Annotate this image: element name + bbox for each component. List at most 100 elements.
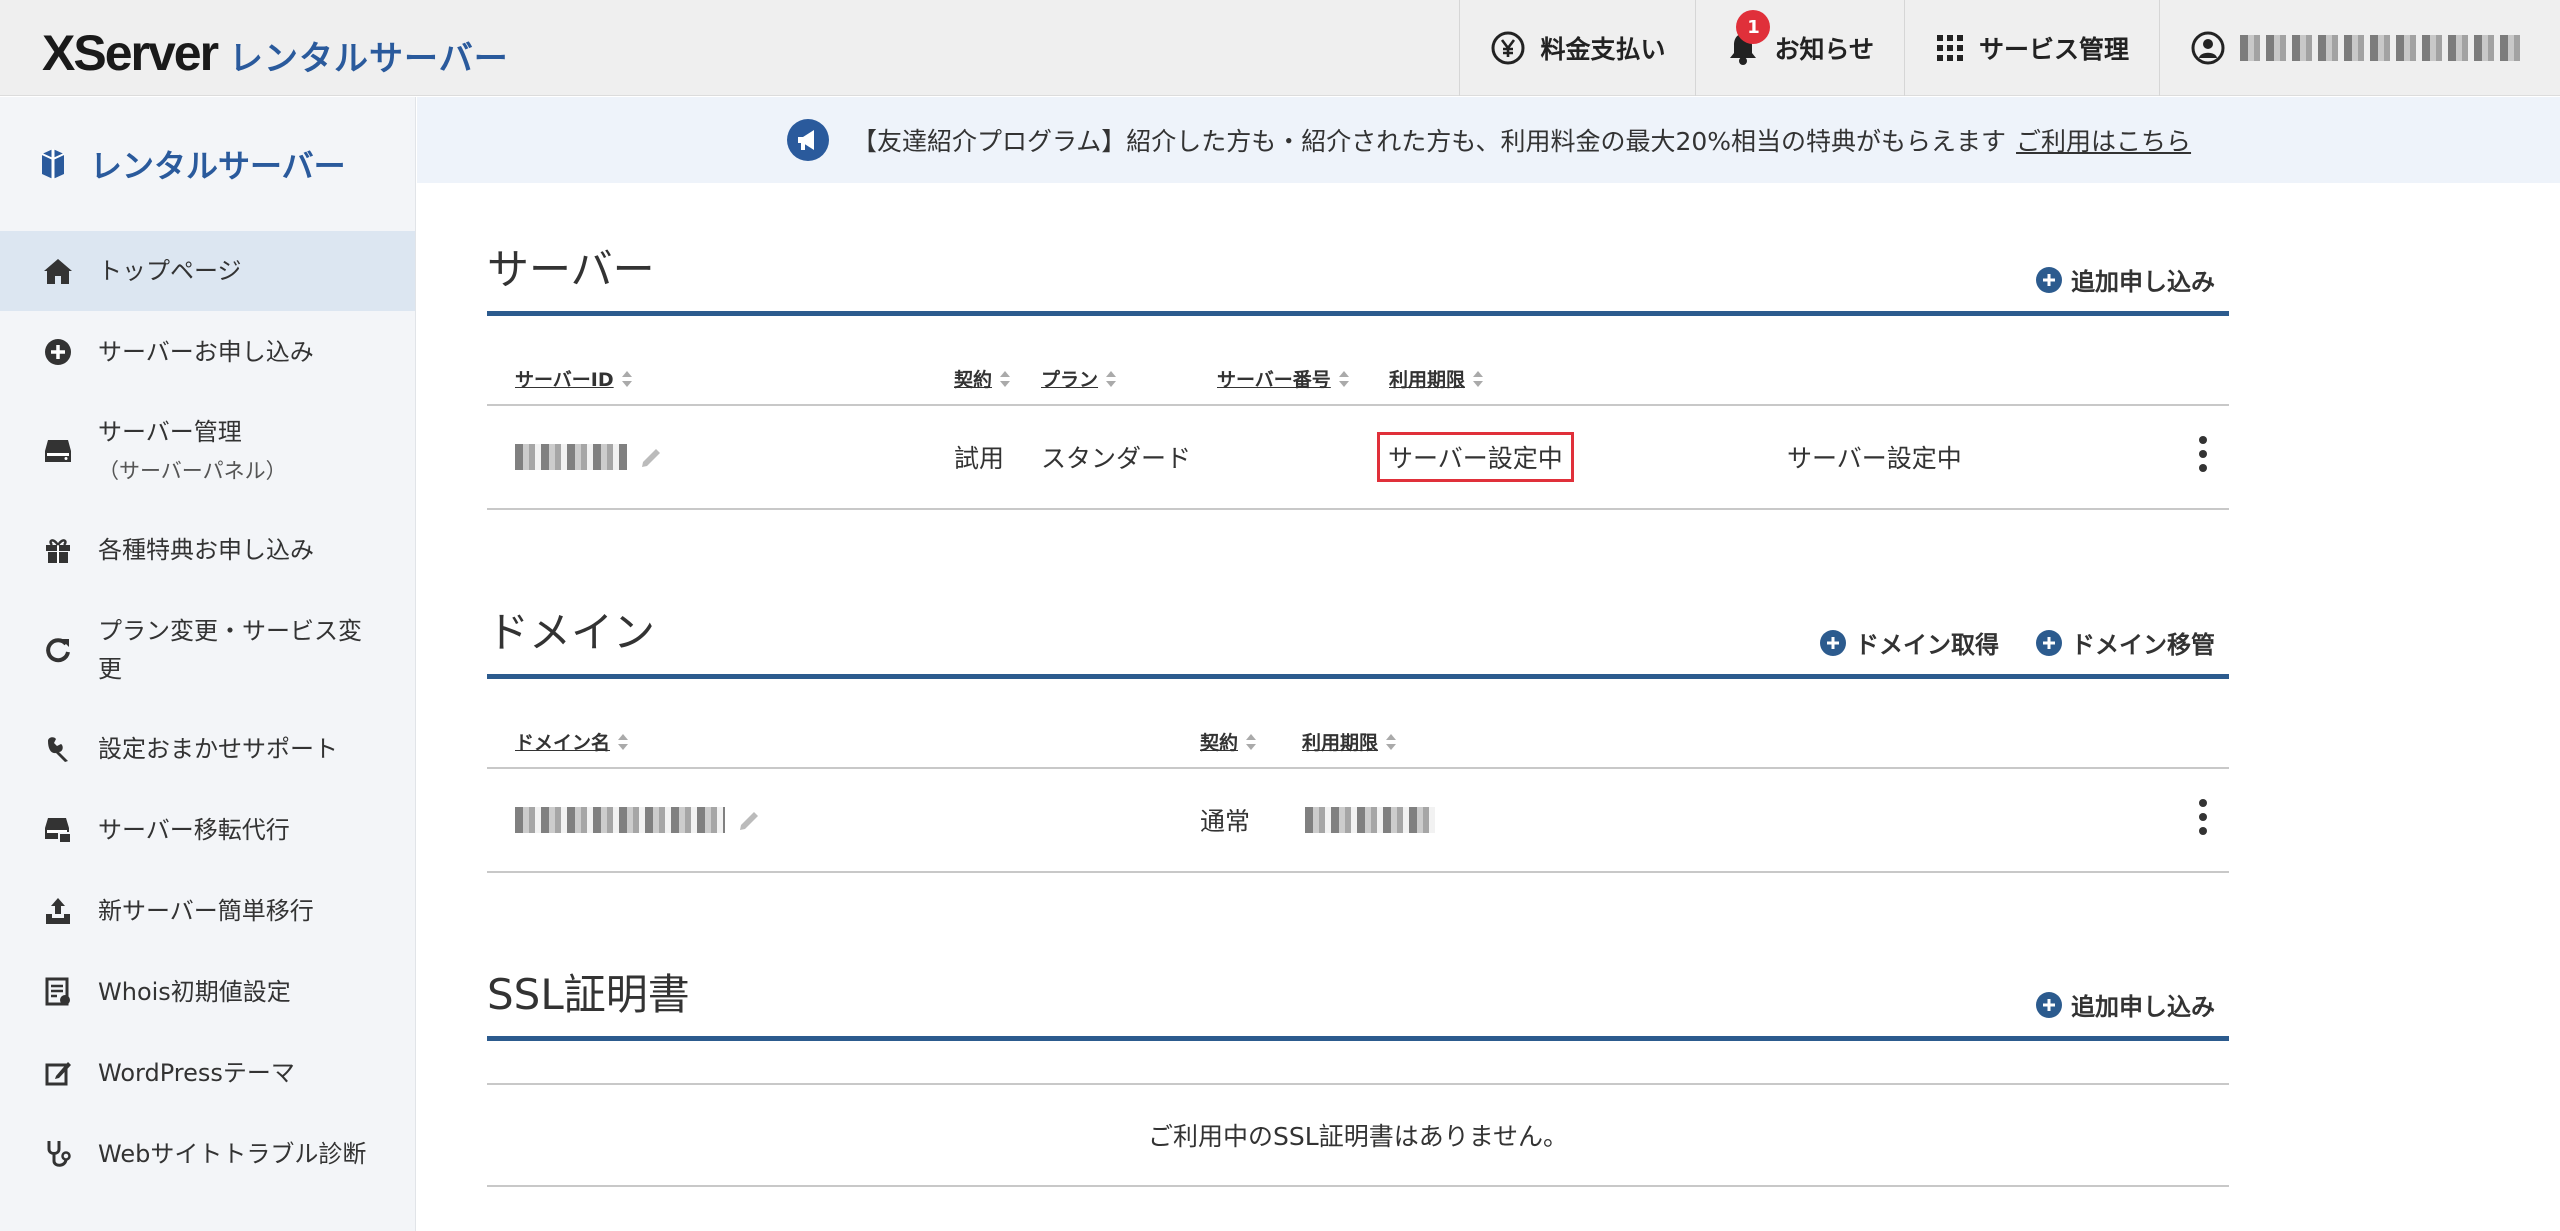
server-table-header: サーバーID 契約 プラン サーバー番号 利用期限 [487,316,2229,406]
sidebar-item-setup-support[interactable]: 設定おまかせサポート [0,709,415,789]
table-row: 通常 [487,769,2229,873]
domain-transfer-label: ドメイン移管 [2071,631,2215,659]
nav-notifications-label: お知らせ [1774,35,1874,64]
banner-link[interactable]: ご利用はこちら [2016,122,2191,158]
domain-section-header: ドメイン ドメイン取得 ドメイン移管 [487,593,2229,679]
domain-acquire-button[interactable]: ドメイン取得 [1819,625,1999,660]
sidebar-item-label: 設定おまかせサポート [98,735,338,763]
yen-icon [1491,31,1525,65]
ssl-add-button[interactable]: 追加申し込み [2035,987,2215,1022]
banner-text: 【友達紹介プログラム】紹介した方も・紹介された方も、利用料金の最大20%相当の特… [851,127,2007,156]
nav-service-management[interactable]: サービス管理 [1903,0,2159,96]
edit-icon [40,1059,76,1087]
sidebar-item-wordpress-theme[interactable]: WordPressテーマ [0,1033,415,1113]
col-contract[interactable]: 契約 [954,365,1011,392]
col-plan[interactable]: プラン [1041,365,1117,392]
col-expiry[interactable]: 利用期限 [1389,365,1484,392]
sort-icon [1386,733,1397,750]
domain-transfer-button[interactable]: ドメイン移管 [2035,625,2215,660]
sort-icon [1106,370,1117,387]
document-icon [40,977,76,1007]
sidebar-item-server-migration[interactable]: サーバー移転代行 [0,789,415,871]
logo-sub: レンタルサーバー [229,39,509,79]
plus-circle-icon [2036,629,2062,656]
server-add-button[interactable]: 追加申し込み [2035,262,2215,297]
plus-circle-icon [2036,991,2062,1018]
nav-account[interactable] [2159,0,2560,96]
sidebar-item-label: WordPressテーマ [98,1059,295,1087]
stethoscope-icon [40,1139,76,1169]
sort-icon [1246,733,1257,750]
expiry-status: サーバー設定中 [1377,432,1574,482]
server-id-redacted [515,444,627,470]
refresh-icon [40,636,76,664]
wrench-icon [40,735,76,763]
sidebar-item-label: プラン変更・サービス変更 [98,617,362,683]
server-icon [40,437,76,465]
sidebar-item-benefits[interactable]: 各種特典お申し込み [0,509,415,591]
sidebar: レンタルサーバー トップページ サーバーお申し込み サーバー管理 （サーバーパネル… [0,97,416,1231]
upload-icon [40,896,76,926]
sidebar-item-plan-change[interactable]: プラン変更・サービス変更 [0,591,415,709]
sidebar-item-top-page[interactable]: トップページ [0,231,415,311]
plus-circle-icon [40,337,76,367]
server-move-icon [40,815,76,845]
nav-notifications[interactable]: 1 お知らせ [1695,0,1904,96]
megaphone-icon [786,119,829,161]
domain-section: ドメイン ドメイン取得 ドメイン移管 ドメイン名 契約 利用期限 通常 [487,593,2229,873]
sidebar-item-label: サーバーお申し込み [98,338,314,366]
gift-icon [40,535,76,565]
server-section-header: サーバー 追加申し込み [487,230,2229,316]
user-icon [2191,31,2225,65]
ssl-section: SSL証明書 追加申し込み ご利用中のSSL証明書はありません。 [487,955,2229,1187]
col-domain-contract[interactable]: 契約 [1200,728,1257,755]
col-domain-name[interactable]: ドメイン名 [515,728,629,755]
sidebar-title[interactable]: レンタルサーバー [0,97,415,231]
sort-icon [1338,370,1349,387]
sidebar-item-label: Webサイトトラブル診断 [98,1140,367,1168]
plan-cell: スタンダード [1041,444,1192,473]
sort-icon [1000,370,1011,387]
contract-cell: 試用 [954,444,1005,473]
nav-payment[interactable]: 料金支払い [1459,0,1695,96]
more-options-icon[interactable] [2199,799,2209,841]
rental-server-icon [41,149,65,179]
col-domain-expiry[interactable]: 利用期限 [1302,728,1397,755]
more-options-icon[interactable] [2199,436,2209,478]
sidebar-title-label: レンタルサーバー [90,147,346,185]
ssl-add-label: 追加申し込み [2071,993,2215,1021]
sidebar-item-label: Whois初期値設定 [98,978,291,1006]
domain-name-cell [515,769,763,871]
pencil-icon[interactable] [639,444,665,470]
sidebar-item-label: サーバー管理 [98,417,242,446]
sidebar-item-whois[interactable]: Whois初期値設定 [0,951,415,1033]
col-server-id[interactable]: サーバーID [515,365,632,392]
sidebar-item-sublabel: （サーバーパネル） [98,458,287,483]
top-header: XServer レンタルサーバー 料金支払い 1 お知らせ サービス管理 [0,0,2560,96]
sort-icon [1473,370,1484,387]
notification-badge: 1 [1736,10,1771,44]
sidebar-item-label: 各種特典お申し込み [98,536,314,564]
sidebar-item-site-diagnosis[interactable]: Webサイトトラブル診断 [0,1113,415,1195]
pencil-icon[interactable] [737,807,763,833]
domain-section-title: ドメイン [487,608,656,657]
sort-icon [621,370,632,387]
account-name-redacted [2240,35,2520,61]
sidebar-item-label: トップページ [98,257,242,285]
domain-acquire-label: ドメイン取得 [1855,631,1999,659]
xserver-logo[interactable]: XServer レンタルサーバー [42,24,509,81]
sidebar-item-server-apply[interactable]: サーバーお申し込み [0,311,415,393]
col-server-number[interactable]: サーバー番号 [1217,365,1349,392]
sidebar-item-easy-migration[interactable]: 新サーバー簡単移行 [0,871,415,951]
header-nav: 料金支払い 1 お知らせ サービス管理 [1459,0,2560,96]
server-section-title: サーバー [487,245,655,294]
sidebar-item-server-management[interactable]: サーバー管理 （サーバーパネル） [0,393,415,509]
server-add-label: 追加申し込み [2071,268,2215,296]
sort-icon [618,733,629,750]
grid-icon [1936,35,1963,61]
domain-name-redacted [515,807,725,833]
nav-service-management-label: サービス管理 [1978,35,2129,64]
logo-main: XServer [42,25,219,81]
domain-contract-cell: 通常 [1200,807,1251,836]
ssl-section-title: SSL証明書 [487,970,690,1019]
